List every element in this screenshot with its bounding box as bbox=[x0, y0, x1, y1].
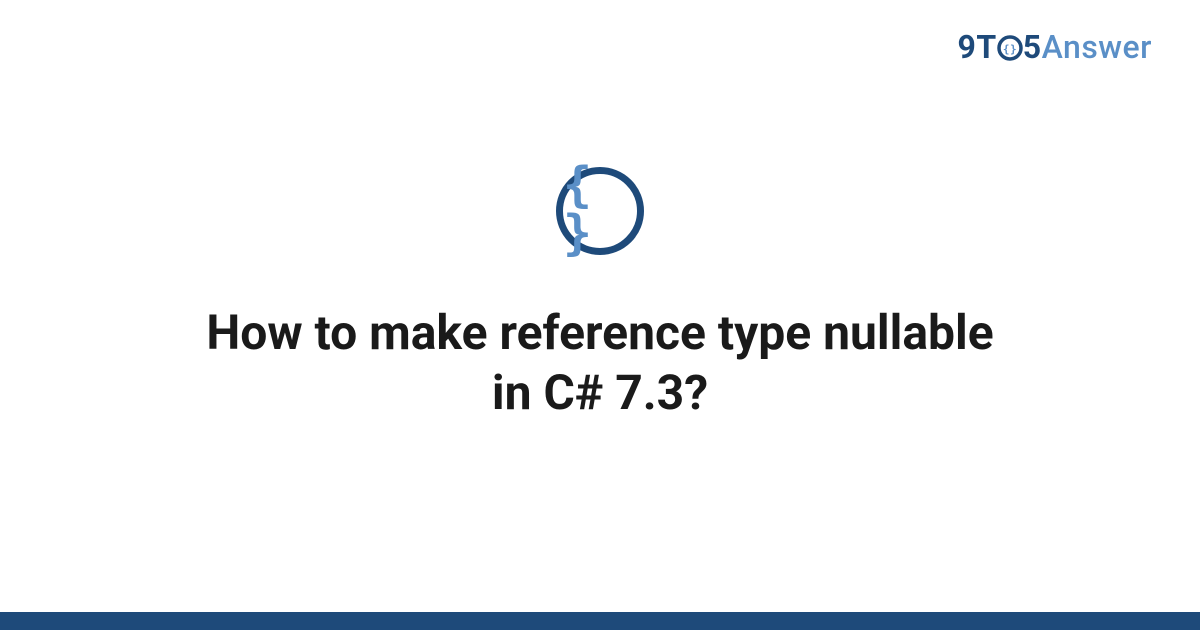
main-content: { } How to make reference type nullable … bbox=[0, 0, 1200, 630]
footer-accent-bar bbox=[0, 612, 1200, 630]
braces-glyph: { } bbox=[563, 161, 637, 257]
question-title: How to make reference type nullable in C… bbox=[150, 303, 1050, 423]
code-braces-icon: { } bbox=[556, 167, 644, 255]
